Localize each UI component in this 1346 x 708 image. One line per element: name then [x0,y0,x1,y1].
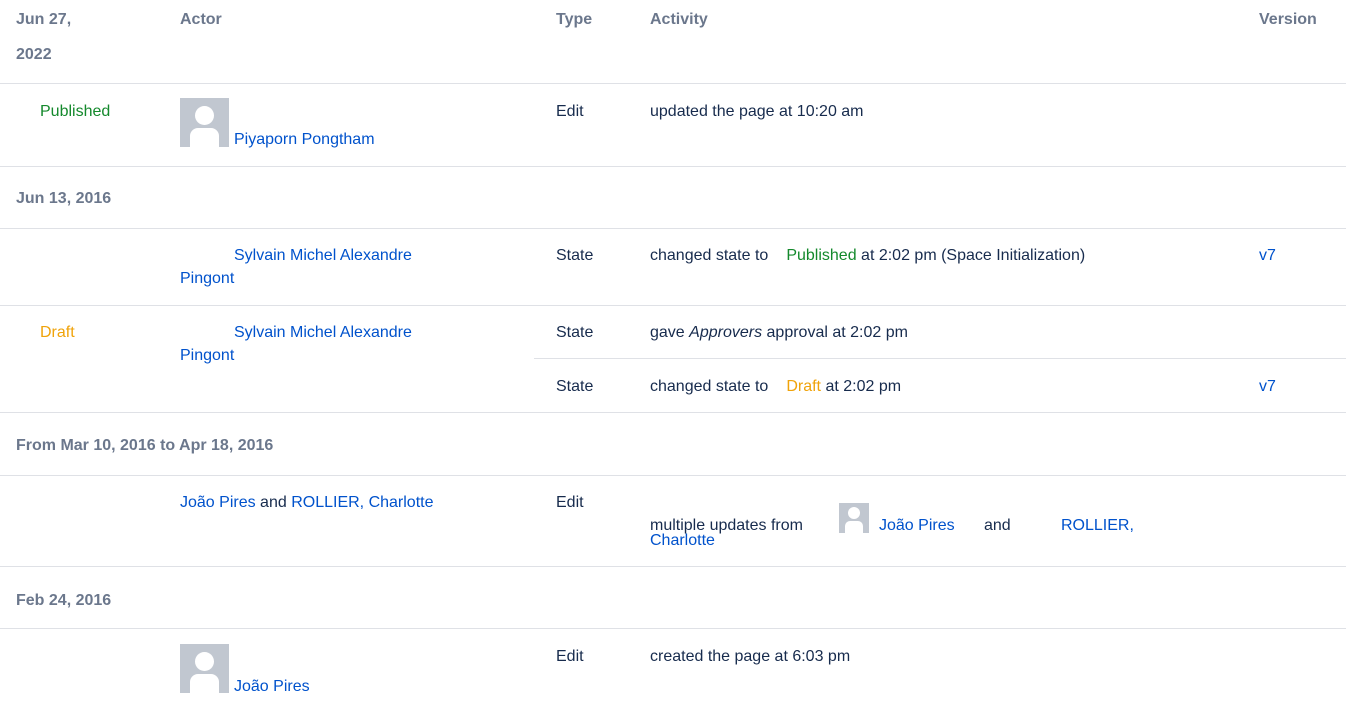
version-link[interactable]: v7 [1259,245,1276,267]
column-header-activity: Activity [650,11,708,28]
divider [0,83,1346,84]
group-date-heading: From Mar 10, 2016 to Apr 18, 2016 [16,437,274,454]
actor-link[interactable]: Piyaporn Pongtham [234,129,375,151]
actor-link-line2[interactable]: Pingont [180,345,234,367]
user-avatar-icon[interactable] [839,503,869,533]
activity-cell: created the page at 6:03 pm [650,648,851,665]
activity-cell: gave Approvers approval at 2:02 pm [650,322,908,344]
actor-link[interactable]: João Pires [879,515,955,537]
divider [0,228,1346,229]
actor-link[interactable]: ROLLIER, Charlotte [291,494,433,511]
state-draft-label: Draft [40,324,75,341]
sub-row-divider [534,358,1346,359]
activity-prefix: changed state to [650,247,769,264]
actor-link-line1[interactable]: ROLLIER, [1061,515,1134,537]
type-cell: State [556,324,594,341]
header-date-line1: Jun 27, [16,11,72,28]
actor-link-line1[interactable]: Sylvain Michel Alexandre [234,245,412,267]
activity-prefix: changed state to [650,378,769,395]
header-date-line2: 2022 [16,46,52,63]
approvers-group-label: Approvers [689,324,763,341]
divider [0,628,1346,629]
type-cell: State [556,378,594,395]
actor-link-line1[interactable]: Sylvain Michel Alexandre [234,322,412,344]
column-header-version: Version [1259,11,1317,28]
divider [0,412,1346,413]
version-link[interactable]: v7 [1259,376,1276,398]
activity-prefix: gave [650,324,685,341]
divider [0,475,1346,476]
column-header-actor: Actor [180,11,222,28]
state-published-label: Published [40,103,111,120]
state-draft-label: Draft [786,378,821,395]
type-cell: Edit [556,494,584,511]
type-cell: State [556,247,594,264]
divider [0,305,1346,306]
conjunction-text: and [260,494,287,511]
actor-link[interactable]: João Pires [180,494,256,511]
activity-cell: updated the page at 10:20 am [650,103,864,120]
conjunction-text: and [984,517,1011,534]
activity-suffix: approval at 2:02 pm [766,324,908,341]
type-cell: Edit [556,648,584,665]
actor-link-line2[interactable]: Pingont [180,268,234,290]
divider [0,166,1346,167]
actor-link-line2[interactable]: Charlotte [650,530,715,552]
actor-link[interactable]: João Pires [234,676,310,698]
actor-cell: João Pires and ROLLIER, Charlotte [180,492,433,514]
state-published-label: Published [786,247,857,264]
user-avatar-icon[interactable] [180,644,229,693]
group-date-heading: Jun 13, 2016 [16,190,112,207]
activity-suffix: at 2:02 pm (Space Initialization) [861,247,1086,264]
user-avatar-icon[interactable] [180,98,229,147]
column-header-type: Type [556,11,593,28]
group-date-heading: Feb 24, 2016 [16,592,112,609]
activity-suffix: at 2:02 pm [825,378,902,395]
activity-cell: changed state to Draft at 2:02 pm [650,376,901,398]
divider [0,566,1346,567]
activity-cell: changed state to Published at 2:02 pm (Sp… [650,245,1085,267]
type-cell: Edit [556,103,584,120]
